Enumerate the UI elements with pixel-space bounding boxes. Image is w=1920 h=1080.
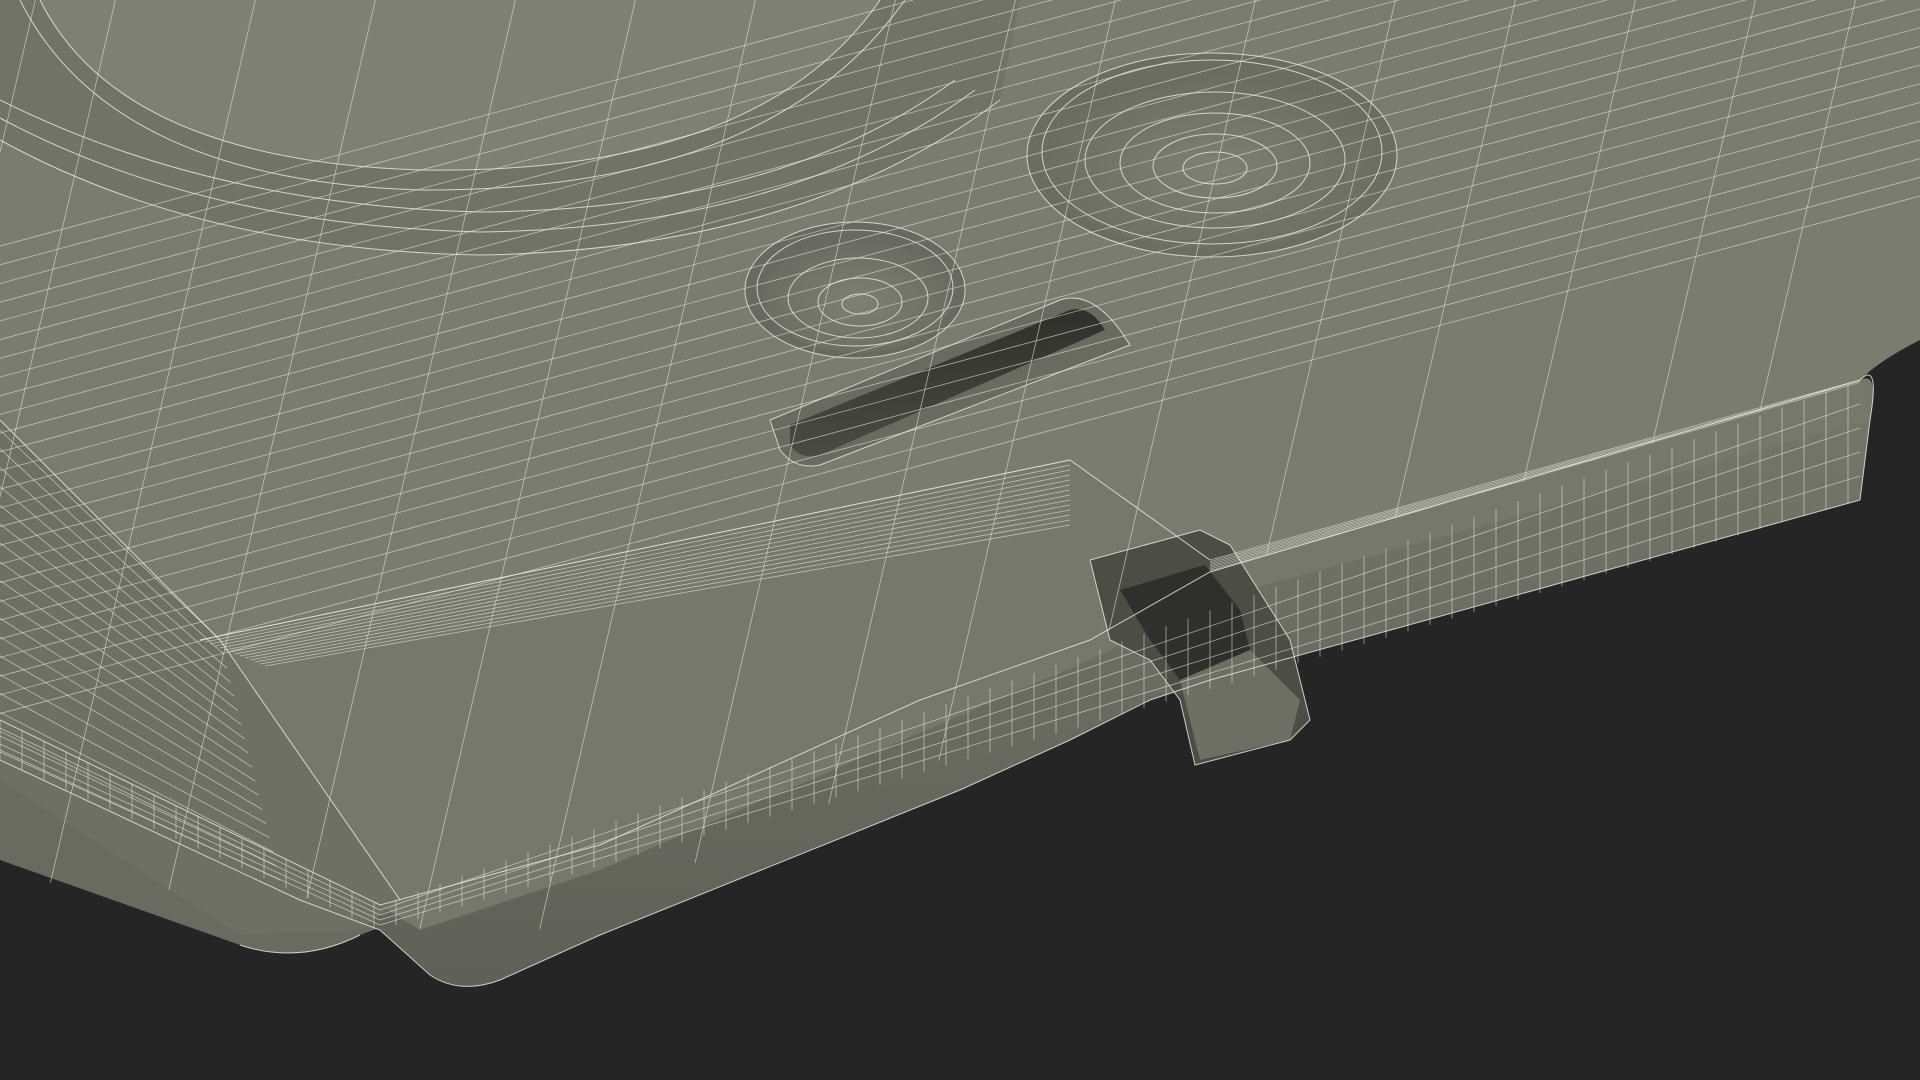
large-round-dish (1026, 52, 1398, 258)
wireframe-render (0, 0, 1920, 1080)
render-viewport (0, 0, 1920, 1080)
